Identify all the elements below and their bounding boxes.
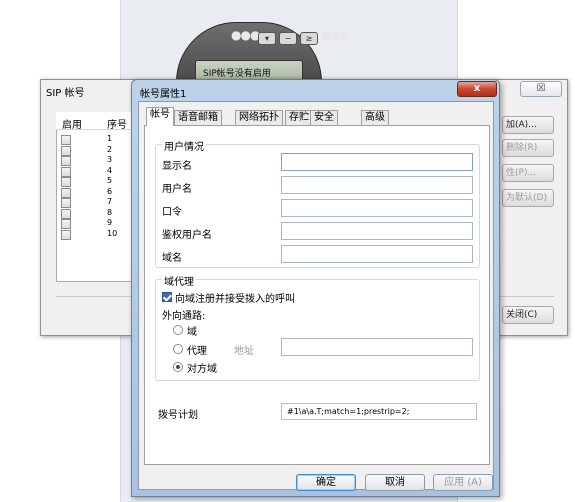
ok-button[interactable]: 确定 bbox=[296, 474, 356, 491]
dialog-close-button[interactable]: x bbox=[457, 81, 497, 97]
user-info-title: 用户情况 bbox=[162, 138, 206, 153]
row-enable-checkbox[interactable] bbox=[61, 219, 71, 229]
register-checkbox[interactable] bbox=[162, 292, 172, 302]
password-label: 口令 bbox=[162, 207, 182, 218]
remove-account-button[interactable]: 删除(R) bbox=[502, 139, 554, 157]
apply-button[interactable]: 应用 (A) bbox=[433, 474, 493, 491]
row-enable-checkbox[interactable] bbox=[61, 229, 71, 240]
row-enable-checkbox[interactable] bbox=[61, 198, 71, 208]
row-number: 4 bbox=[107, 165, 113, 175]
sip-window-close-button[interactable]: ☒ bbox=[520, 81, 562, 97]
username-field[interactable] bbox=[281, 176, 473, 194]
address-label: 地址 bbox=[234, 346, 254, 357]
phone-dots-left: ●●● bbox=[231, 28, 260, 42]
dial-plan-label: 拨号计划 bbox=[158, 410, 198, 421]
tab-voicemail[interactable]: 语音邮箱 bbox=[174, 110, 222, 126]
phone-expand-button[interactable]: ≥ bbox=[300, 32, 318, 45]
tab-advanced[interactable]: 高级 bbox=[361, 110, 389, 126]
row-enable-checkbox[interactable] bbox=[61, 135, 71, 145]
phone-dots-right: ●●● bbox=[321, 28, 350, 42]
radio-proxy-label: 代理 bbox=[187, 346, 207, 357]
auth-username-field[interactable] bbox=[281, 222, 473, 240]
row-number: 9 bbox=[107, 218, 113, 227]
row-enable-checkbox[interactable] bbox=[61, 208, 71, 219]
row-enable-checkbox[interactable] bbox=[61, 166, 71, 177]
column-enable[interactable]: 启用 bbox=[62, 116, 82, 131]
radio-domain[interactable] bbox=[173, 325, 183, 335]
radio-proxy[interactable] bbox=[173, 344, 183, 354]
tab-storage[interactable]: 存贮 bbox=[285, 110, 313, 126]
row-number: 5 bbox=[107, 176, 113, 185]
set-default-button[interactable]: 为默认(D) bbox=[502, 189, 554, 207]
dialog-title: 帐号属性1 bbox=[140, 89, 187, 100]
row-enable-checkbox[interactable] bbox=[61, 177, 71, 187]
phone-status-text: SIP帐号没有启用 bbox=[203, 69, 271, 79]
domain-field[interactable] bbox=[281, 245, 473, 263]
sip-window-title: SIP 帐号 bbox=[46, 88, 85, 99]
radio-domain-label: 域 bbox=[187, 327, 197, 338]
tab-security[interactable]: 安全 bbox=[310, 110, 338, 126]
domain-label: 域名 bbox=[162, 253, 182, 264]
phone-dropdown-button[interactable]: ▾ bbox=[258, 32, 276, 45]
display-name-field[interactable] bbox=[281, 153, 473, 171]
close-sip-window-button[interactable]: 关闭(C) bbox=[502, 306, 554, 324]
row-number: 1 bbox=[107, 134, 113, 143]
cancel-button[interactable]: 取消 bbox=[365, 474, 425, 491]
password-field[interactable] bbox=[281, 199, 473, 217]
radio-peer-domain-label: 对方域 bbox=[187, 364, 217, 375]
domain-proxy-title: 域代理 bbox=[162, 273, 196, 288]
proxy-address-field[interactable] bbox=[281, 338, 473, 356]
outbound-label: 外向通路: bbox=[162, 311, 206, 322]
radio-peer-domain[interactable] bbox=[173, 362, 183, 372]
row-number: 3 bbox=[107, 155, 113, 164]
row-number: 8 bbox=[107, 207, 113, 217]
row-enable-checkbox[interactable] bbox=[61, 187, 71, 198]
account-properties-button[interactable]: 性(P)... bbox=[502, 164, 554, 182]
username-label: 用户名 bbox=[162, 184, 192, 195]
register-label: 向域注册并接受拨入的呼叫 bbox=[175, 294, 295, 305]
row-number: 2 bbox=[107, 144, 113, 154]
phone-minimize-button[interactable]: − bbox=[279, 32, 297, 45]
row-number: 6 bbox=[107, 186, 113, 196]
row-enable-checkbox[interactable] bbox=[61, 156, 71, 166]
auth-username-label: 鉴权用户名 bbox=[162, 230, 212, 241]
column-number[interactable]: 序号 bbox=[107, 116, 127, 131]
row-number: 10 bbox=[107, 228, 118, 238]
row-enable-checkbox[interactable] bbox=[61, 145, 71, 156]
row-number: 7 bbox=[107, 197, 113, 206]
add-account-button[interactable]: 加(A)... bbox=[502, 116, 554, 134]
tab-account[interactable]: 帐号 bbox=[146, 107, 174, 126]
tab-topology[interactable]: 网络拓扑 bbox=[235, 110, 283, 126]
display-name-label: 显示名 bbox=[162, 161, 192, 172]
dial-plan-field[interactable]: #1\a\a.T;match=1;prestrip=2; bbox=[281, 403, 477, 420]
